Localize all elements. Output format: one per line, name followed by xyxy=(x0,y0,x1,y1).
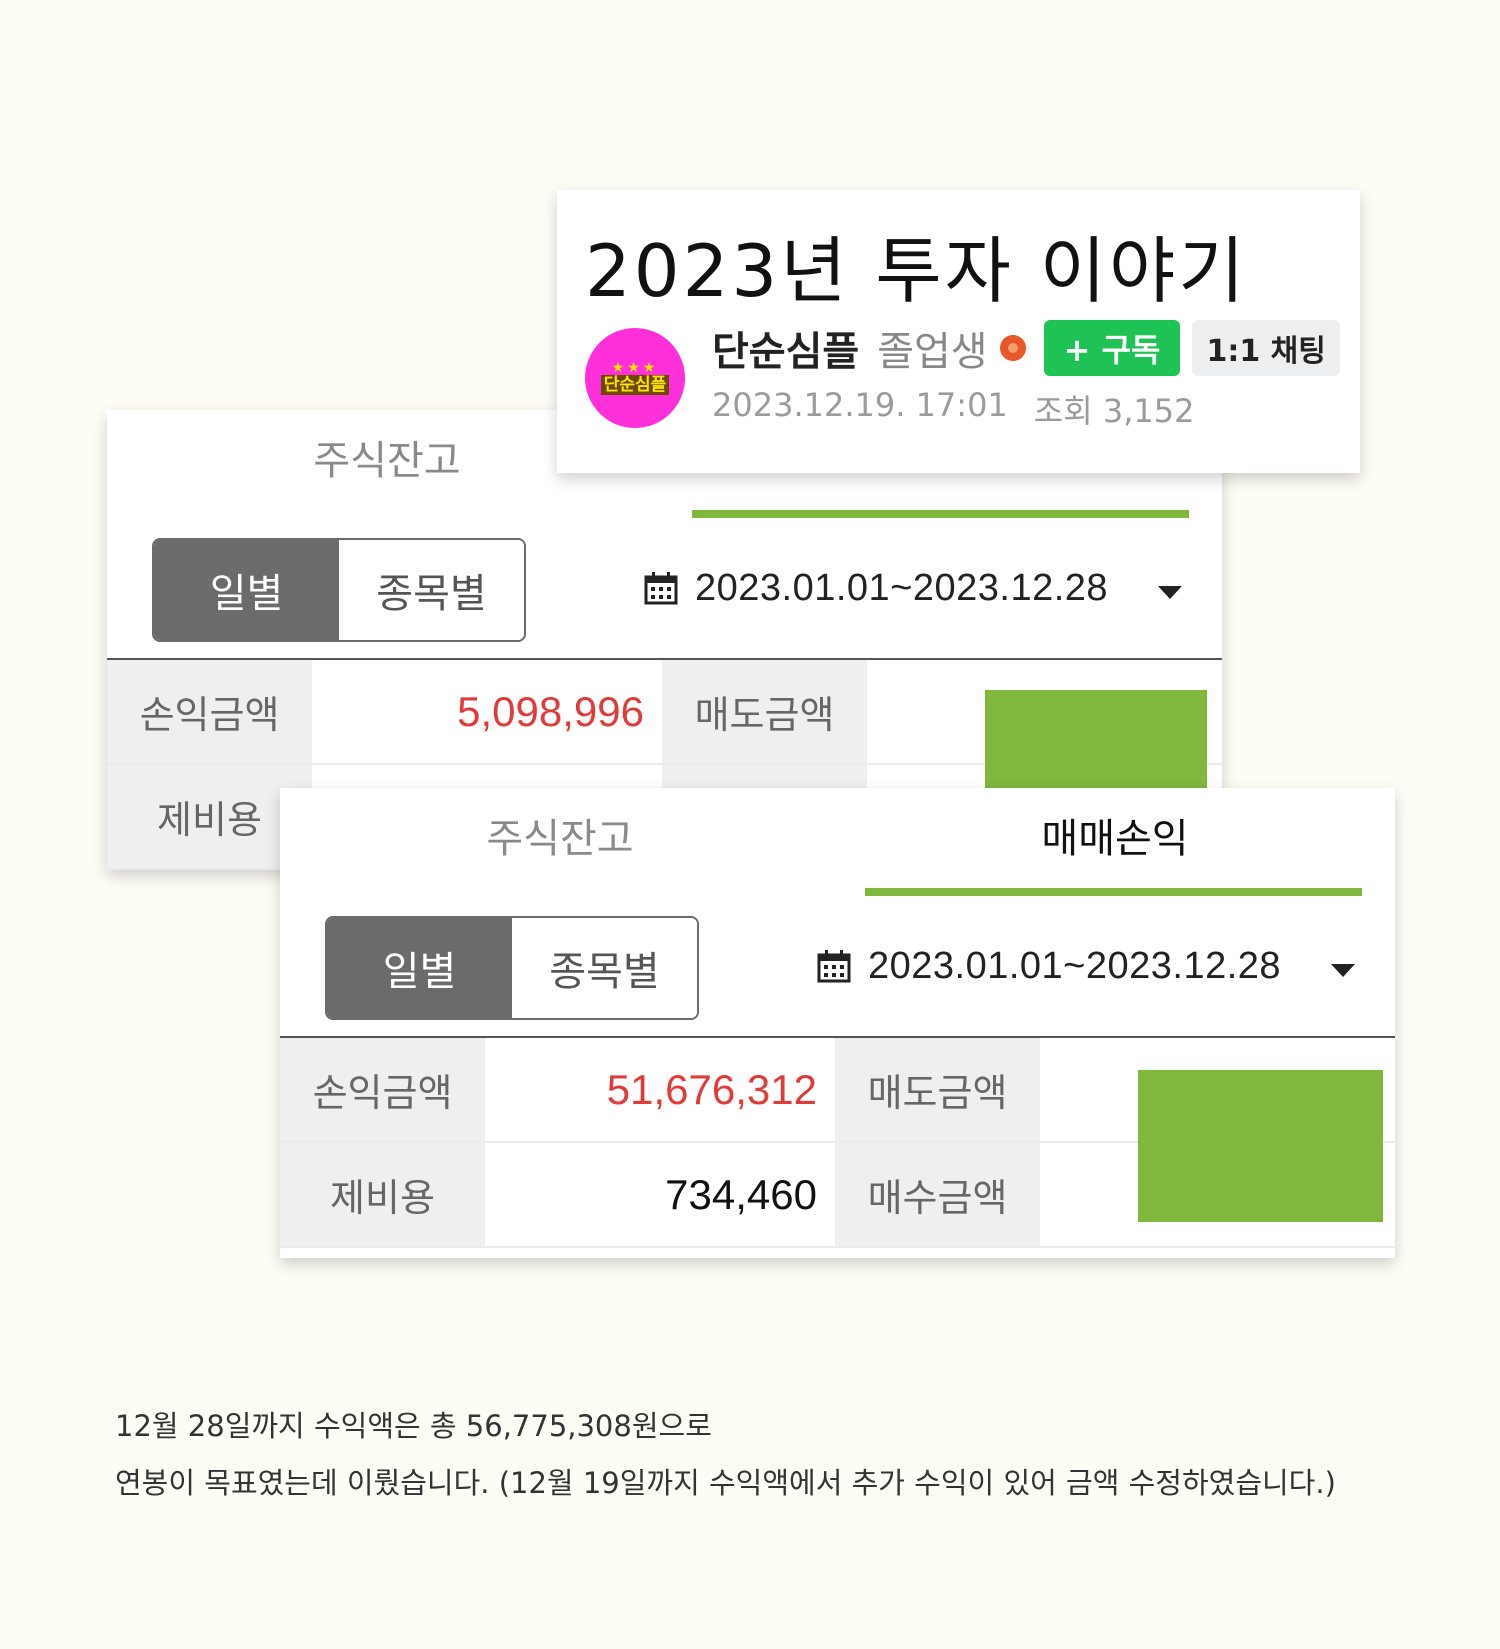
chat-button[interactable]: 1:1 채팅 xyxy=(1192,320,1340,376)
profit-value: 51,676,312 xyxy=(606,1065,817,1113)
rank-badge-icon xyxy=(999,335,1026,361)
post-header-card: 2023년 투자 이야기 ★★★ 단순심플 단순심플 졸업생 + 구독 1:1 … xyxy=(557,190,1360,473)
daily-toggle-button[interactable]: 일별 xyxy=(154,540,339,640)
caption-line-2: 연봉이 목표였는데 이뤘습니다. (12월 19일까지 수익액에서 추가 수익이… xyxy=(115,1466,1336,1500)
by-stock-toggle-button[interactable]: 종목별 xyxy=(339,540,524,640)
calendar-icon xyxy=(644,572,678,605)
tab-trading-pnl[interactable]: 매매손익 xyxy=(835,806,1395,864)
subscribe-button[interactable]: + 구독 xyxy=(1043,320,1181,376)
period-toggle: 일별 종목별 xyxy=(152,538,526,642)
date-range-text: 2023.01.01~2023.12.28 xyxy=(868,944,1282,987)
caption: 12월 28일까지 수익액은 총 56,775,308원으로 연봉이 목표였는데… xyxy=(115,1398,1336,1512)
post-date: 2023.12.19. 17:01 xyxy=(712,386,1008,424)
tab-bar: 주식잔고 매매손익 xyxy=(280,788,1395,898)
by-stock-toggle-button[interactable]: 종목별 xyxy=(512,918,697,1018)
post-meta: 2023.12.19. 17:01 조회 3,152 xyxy=(712,386,1194,432)
redaction-block xyxy=(1138,1070,1383,1222)
avatar-logo-text: 단순심플 xyxy=(600,375,670,395)
date-range-text: 2023.01.01~2023.12.28 xyxy=(695,566,1109,609)
author-line: 단순심플 졸업생 + 구독 1:1 채팅 xyxy=(712,320,1340,376)
fee-value: 734,460 xyxy=(665,1170,817,1218)
sell-amount-label: 매도금액 xyxy=(662,660,867,763)
calendar-icon xyxy=(817,950,851,983)
caption-line-1: 12월 28일까지 수익액은 총 56,775,308원으로 xyxy=(115,1409,712,1443)
profit-label: 손익금액 xyxy=(280,1038,485,1141)
avatar[interactable]: ★★★ 단순심플 xyxy=(585,328,685,428)
post-title: 2023년 투자 이야기 xyxy=(585,229,1248,313)
profit-value: 5,098,996 xyxy=(457,687,644,735)
trade-card-front: 주식잔고 매매손익 일별 종목별 2023.01.01~2023.12.28 손… xyxy=(280,788,1395,1258)
author-rank: 졸업생 xyxy=(877,329,988,375)
period-toggle: 일별 종목별 xyxy=(325,916,699,1020)
tab-stock-balance[interactable]: 주식잔고 xyxy=(280,806,840,864)
profit-label: 손익금액 xyxy=(107,660,312,763)
buy-amount-label: 매수금액 xyxy=(835,1143,1040,1246)
fee-label: 제비용 xyxy=(280,1143,485,1246)
active-tab-indicator xyxy=(692,510,1189,518)
dropdown-caret-icon[interactable] xyxy=(1158,586,1182,599)
date-range-picker[interactable]: 2023.01.01~2023.12.28 xyxy=(643,558,1108,618)
active-tab-indicator xyxy=(865,888,1362,896)
date-range-picker[interactable]: 2023.01.01~2023.12.28 xyxy=(816,936,1281,996)
sell-amount-label: 매도금액 xyxy=(835,1038,1040,1141)
view-count: 조회 3,152 xyxy=(1033,392,1195,430)
author-name[interactable]: 단순심플 xyxy=(712,319,859,377)
dropdown-caret-icon[interactable] xyxy=(1331,964,1355,977)
daily-toggle-button[interactable]: 일별 xyxy=(327,918,512,1018)
avatar-stars: ★★★ xyxy=(611,360,659,376)
